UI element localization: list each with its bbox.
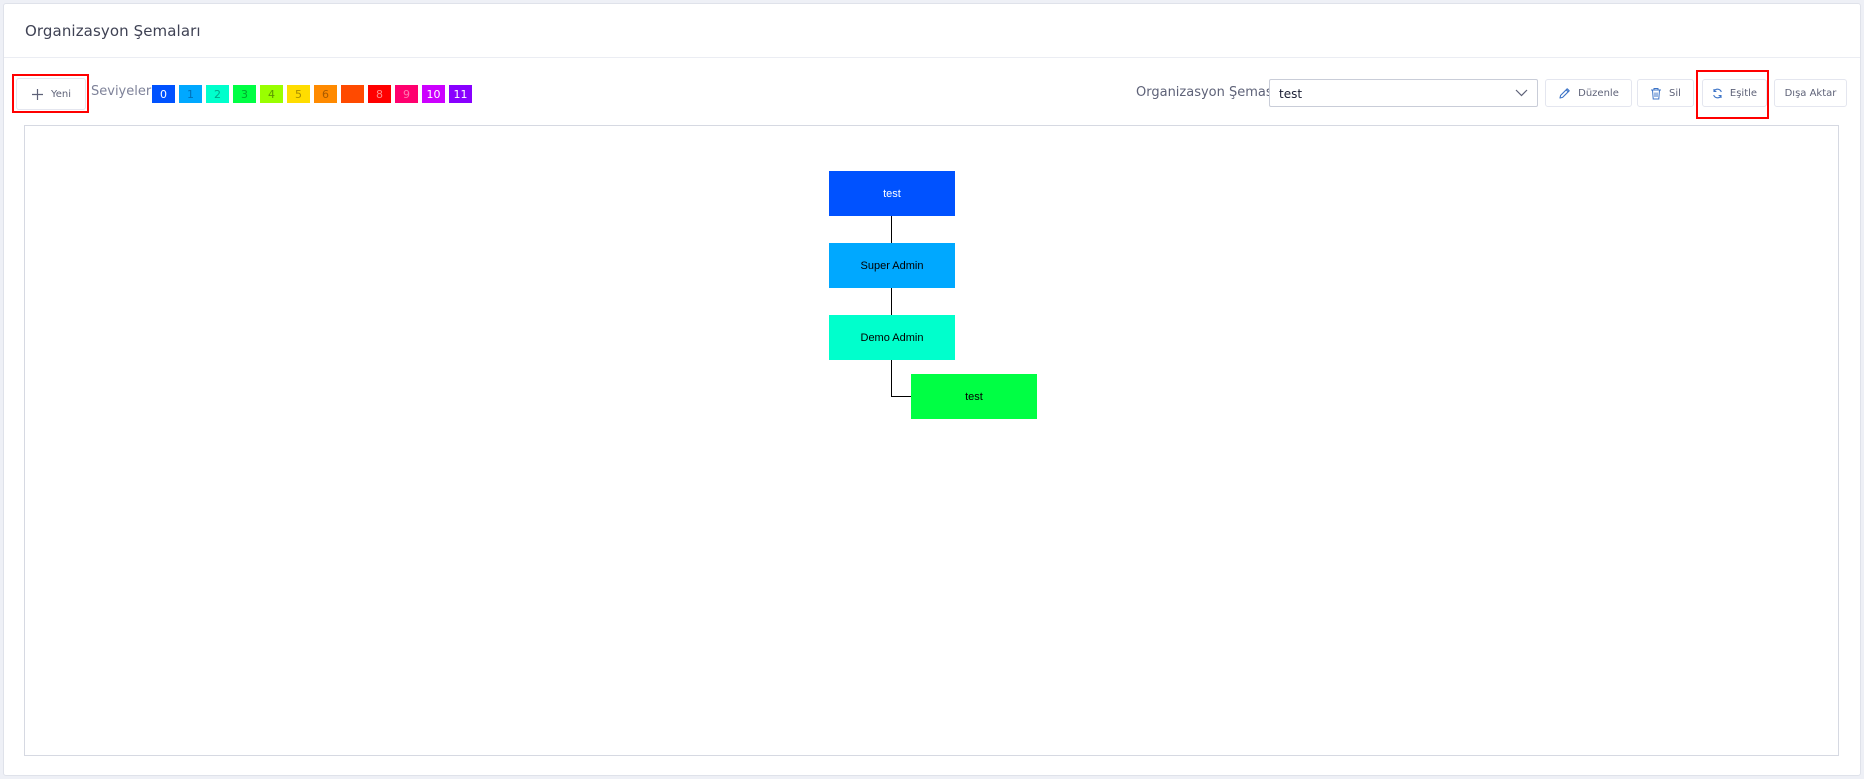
export-button-label: Dışa Aktar: [1784, 87, 1837, 99]
connector-line: [891, 396, 912, 397]
pencil-icon: [1559, 87, 1570, 99]
sync-button[interactable]: Eşitle: [1702, 79, 1767, 107]
org-node[interactable]: test: [829, 171, 955, 216]
level-chip-6[interactable]: 6: [314, 85, 337, 103]
edit-button[interactable]: Düzenle: [1545, 79, 1632, 107]
new-button[interactable]: Yeni: [16, 78, 86, 110]
org-node[interactable]: Super Admin: [829, 243, 955, 288]
level-chip-5[interactable]: 5: [287, 85, 310, 103]
connector-line: [891, 360, 892, 396]
new-button-label: Yeni: [50, 88, 72, 100]
delete-button[interactable]: Sil: [1637, 79, 1694, 107]
schema-select[interactable]: test: [1269, 79, 1538, 107]
levels-label: Seviyeler: [91, 84, 152, 99]
level-chip-4[interactable]: 4: [260, 85, 283, 103]
level-chip-3[interactable]: 3: [233, 85, 256, 103]
schema-label: Organizasyon Şeması:: [1136, 85, 1281, 100]
sync-button-label: Eşitle: [1729, 87, 1758, 99]
chevron-down-icon: [1515, 89, 1528, 97]
connector-line: [891, 288, 892, 316]
edit-button-label: Düzenle: [1578, 87, 1619, 99]
refresh-icon: [1713, 88, 1722, 98]
schema-select-value: test: [1279, 87, 1303, 101]
level-chip-2[interactable]: 2: [206, 85, 229, 103]
level-chip-0[interactable]: 0: [152, 85, 175, 103]
level-chip-9[interactable]: 9: [395, 85, 418, 103]
level-chip-1[interactable]: 1: [179, 85, 202, 103]
level-chip-7[interactable]: 7: [341, 85, 364, 103]
delete-button-label: Sil: [1669, 87, 1681, 99]
level-chip-10[interactable]: 10: [422, 85, 445, 103]
page-title: Organizasyon Şemaları: [25, 22, 201, 40]
org-node[interactable]: test: [911, 374, 1037, 419]
export-button[interactable]: Dışa Aktar: [1774, 79, 1847, 107]
trash-icon: [1651, 87, 1662, 99]
level-chip-11[interactable]: 11: [449, 85, 472, 103]
card-header: Organizasyon Şemaları: [4, 4, 1860, 58]
level-chip-8[interactable]: 8: [368, 85, 391, 103]
plus-icon: [31, 88, 43, 100]
org-chart-canvas: test Super Admin Demo Admin test: [24, 125, 1839, 756]
org-node[interactable]: Demo Admin: [829, 315, 955, 360]
levels-legend: 0 1 2 3 4 5 6 7 8 9 10 11: [152, 85, 476, 103]
connector-line: [891, 216, 892, 244]
